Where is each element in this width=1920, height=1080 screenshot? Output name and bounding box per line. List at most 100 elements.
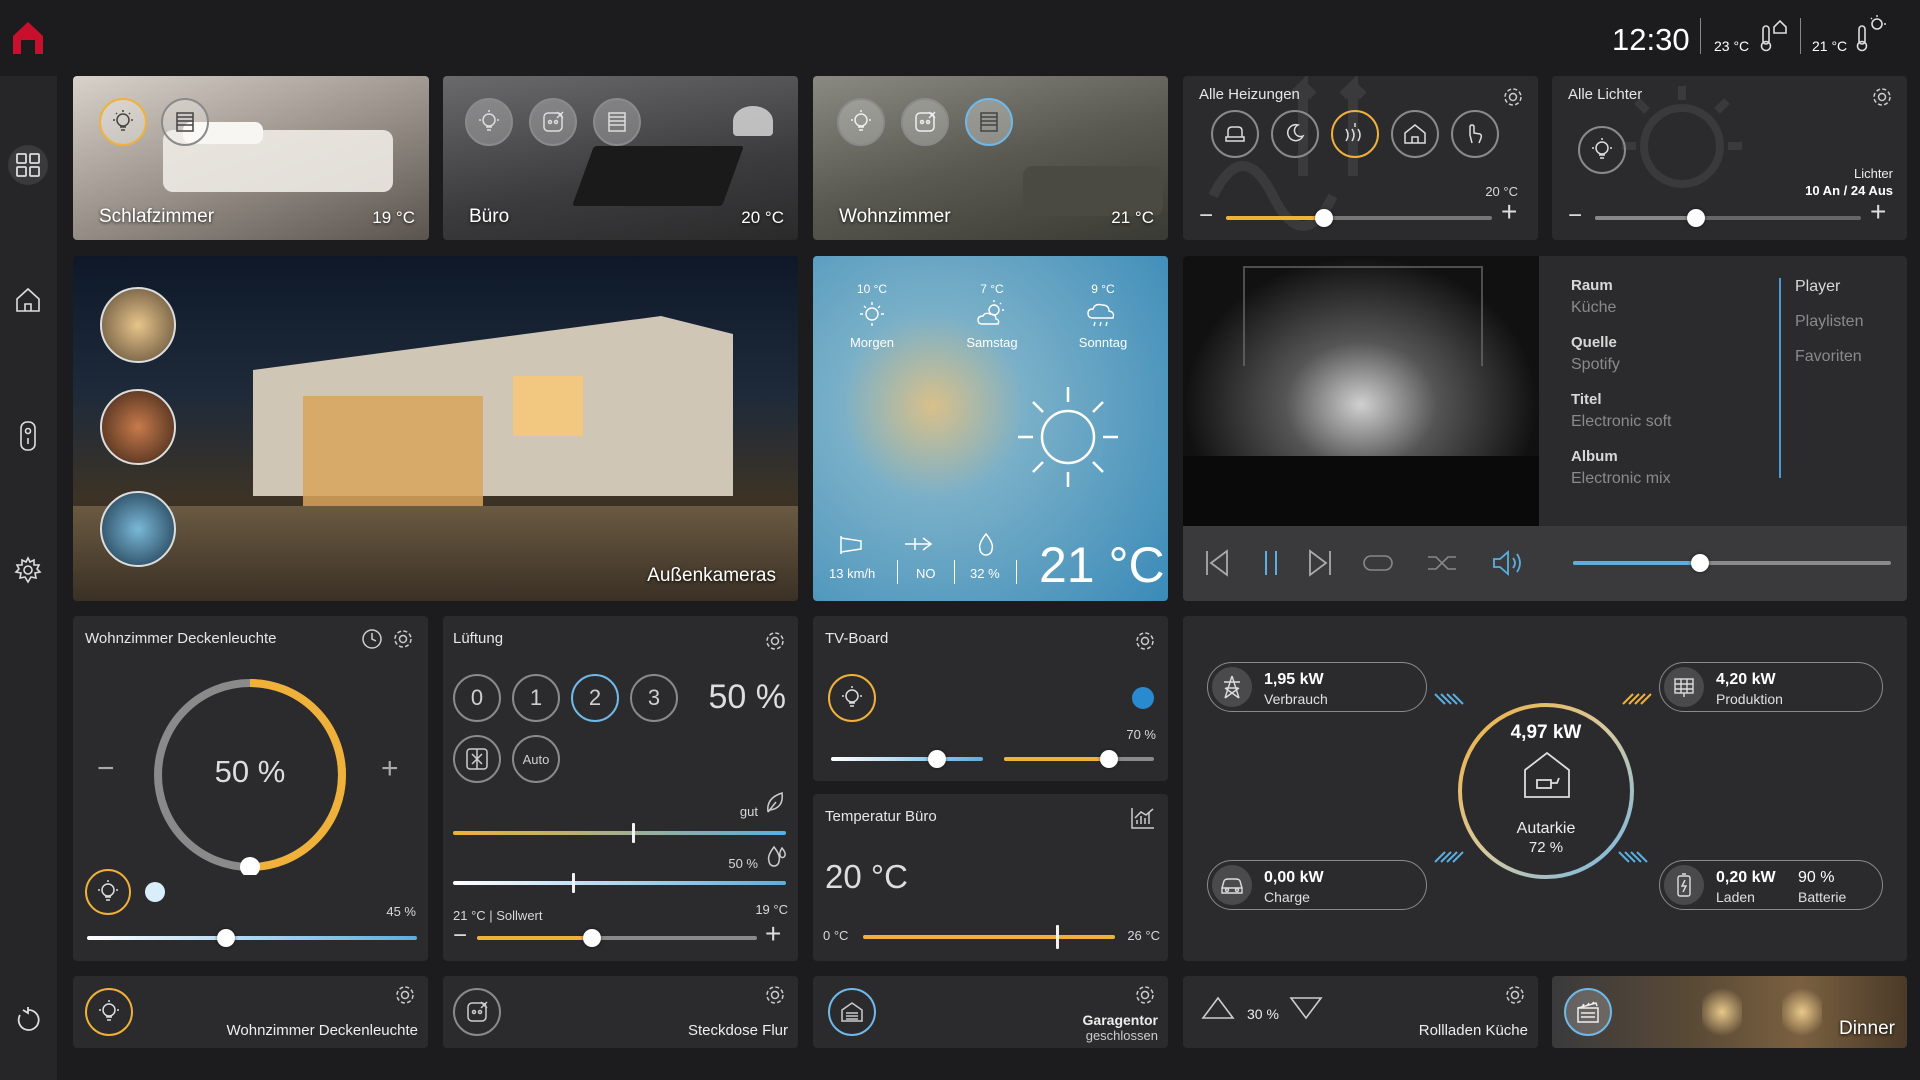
room-tile-buero[interactable]: Büro 20 °C <box>443 76 798 240</box>
window-illustration <box>513 376 583 436</box>
gear-icon[interactable] <box>1134 984 1156 1006</box>
lights-toggle-button[interactable] <box>1578 126 1626 174</box>
forecast-day-label: Samstag <box>966 335 1018 350</box>
auto-button[interactable]: Auto <box>512 735 560 783</box>
minus-button[interactable]: − <box>453 922 467 950</box>
fan-level-button[interactable]: 2 <box>571 674 619 722</box>
volume-slider-fill <box>1573 561 1701 565</box>
dashboard-icon[interactable] <box>8 145 48 185</box>
plus-button[interactable]: + <box>1870 196 1886 228</box>
tab-player[interactable]: Player <box>1795 278 1840 296</box>
brightness-slider-track[interactable] <box>87 936 417 940</box>
heating-mode-button[interactable] <box>1211 110 1259 158</box>
battery-icon <box>1664 865 1704 905</box>
camera-card[interactable]: Außenkameras <box>73 256 798 601</box>
light-button[interactable] <box>465 98 513 146</box>
color-swatch[interactable] <box>1132 687 1154 709</box>
warm-slider-handle[interactable] <box>1100 750 1118 768</box>
shutter-icon <box>980 112 998 132</box>
light-button[interactable] <box>837 98 885 146</box>
previous-icon[interactable] <box>1203 548 1231 583</box>
charge-pill[interactable]: 0,00 kW Charge <box>1207 860 1427 910</box>
camera-thumb-1[interactable] <box>100 287 176 363</box>
light-toggle-button[interactable] <box>85 988 133 1036</box>
dimmer-handle[interactable] <box>240 857 260 875</box>
volume-slider-handle[interactable] <box>1691 554 1710 572</box>
gear-icon[interactable] <box>764 630 786 652</box>
gear-icon[interactable] <box>1502 86 1524 108</box>
clock-icon[interactable] <box>360 627 384 656</box>
temp-inside: 23 °C <box>1714 38 1750 54</box>
settings-icon[interactable] <box>8 550 48 590</box>
bottom-scene-tile[interactable]: Dinner <box>1552 976 1907 1048</box>
shutter-button[interactable] <box>161 98 209 146</box>
fan-level-button[interactable]: 1 <box>512 674 560 722</box>
bottom-garage-tile[interactable]: Garagentor geschlossen <box>813 976 1168 1048</box>
arrow-up-icon[interactable] <box>1201 996 1235 1025</box>
shutter-button[interactable] <box>593 98 641 146</box>
gear-icon[interactable] <box>764 984 786 1006</box>
socket-button[interactable] <box>901 98 949 146</box>
socket-button[interactable] <box>529 98 577 146</box>
heating-mode-button[interactable] <box>1391 110 1439 158</box>
plus-button[interactable]: + <box>381 752 399 786</box>
room-tile-wohnzimmer[interactable]: Wohnzimmer 21 °C <box>813 76 1168 240</box>
home-icon[interactable] <box>8 280 48 320</box>
bottom-light-tile[interactable]: Wohnzimmer Deckenleuchte <box>73 976 428 1048</box>
shuffle-icon[interactable] <box>1426 552 1458 579</box>
gear-icon[interactable] <box>392 628 414 650</box>
socket-icon <box>543 111 564 132</box>
consumption-pill[interactable]: 1,95 kW Verbrauch <box>1207 662 1427 712</box>
pause-icon[interactable] <box>1259 548 1283 583</box>
gear-icon[interactable] <box>1871 86 1893 108</box>
lights-slider-handle[interactable] <box>1687 209 1706 227</box>
gear-icon[interactable] <box>1134 630 1156 652</box>
app-logo[interactable] <box>10 18 46 56</box>
color-swatch[interactable] <box>145 882 165 902</box>
shutter-button[interactable] <box>965 98 1013 146</box>
consumption-value: 1,95 kW <box>1264 671 1324 688</box>
volume-icon[interactable] <box>1491 548 1525 583</box>
repeat-icon[interactable] <box>1361 552 1395 579</box>
bottom-socket-tile[interactable]: Steckdose Flur <box>443 976 798 1048</box>
light-toggle-button[interactable] <box>828 674 876 722</box>
tab-favoriten[interactable]: Favoriten <box>1795 348 1862 366</box>
garage-toggle-button[interactable] <box>828 988 876 1036</box>
room-tile-schlafzimmer[interactable]: Schlafzimmer 19 °C <box>73 76 429 240</box>
temperature-value: 20 °C <box>825 858 908 895</box>
battery-pill[interactable]: 0,20 kW Laden 90 % Batterie <box>1659 860 1883 910</box>
battery-percent: 90 % <box>1798 869 1835 886</box>
bottom-shutter-tile[interactable]: 30 % Rollladen Küche <box>1183 976 1538 1048</box>
fan-level-button[interactable]: 3 <box>630 674 678 722</box>
minus-button[interactable]: − <box>1568 202 1582 230</box>
plus-button[interactable]: + <box>1501 196 1517 228</box>
chart-icon[interactable] <box>1130 806 1156 835</box>
gear-icon[interactable] <box>394 984 416 1006</box>
refresh-icon[interactable] <box>8 1000 48 1040</box>
remote-icon[interactable] <box>8 416 48 456</box>
next-icon[interactable] <box>1306 548 1334 583</box>
minus-button[interactable]: − <box>1199 202 1213 230</box>
arrow-down-icon[interactable] <box>1289 996 1323 1025</box>
scene-button[interactable] <box>1564 988 1612 1036</box>
gear-icon[interactable] <box>1504 984 1526 1006</box>
white-slider-handle[interactable] <box>928 750 947 768</box>
setpoint-slider-handle[interactable] <box>582 929 601 947</box>
socket-toggle-button[interactable] <box>453 988 501 1036</box>
heating-mode-button[interactable] <box>1451 110 1499 158</box>
light-toggle-button[interactable] <box>85 869 131 915</box>
camera-thumb-3[interactable] <box>100 491 176 567</box>
light-button[interactable] <box>99 98 147 146</box>
camera-thumb-2[interactable] <box>100 389 176 465</box>
plus-button[interactable]: + <box>765 918 781 950</box>
white-slider-track[interactable] <box>831 757 983 761</box>
tab-playlisten[interactable]: Playlisten <box>1795 313 1863 331</box>
production-pill[interactable]: 4,20 kW Produktion <box>1659 662 1883 712</box>
heating-mode-button[interactable] <box>1271 110 1319 158</box>
brightness-slider-handle[interactable] <box>216 929 235 947</box>
fan-mode-button[interactable] <box>453 735 501 783</box>
fan-level-button[interactable]: 0 <box>453 674 501 722</box>
heating-mode-button[interactable] <box>1331 110 1379 158</box>
forecast-temp: 7 °C <box>980 282 1004 296</box>
minus-button[interactable]: − <box>97 752 115 786</box>
